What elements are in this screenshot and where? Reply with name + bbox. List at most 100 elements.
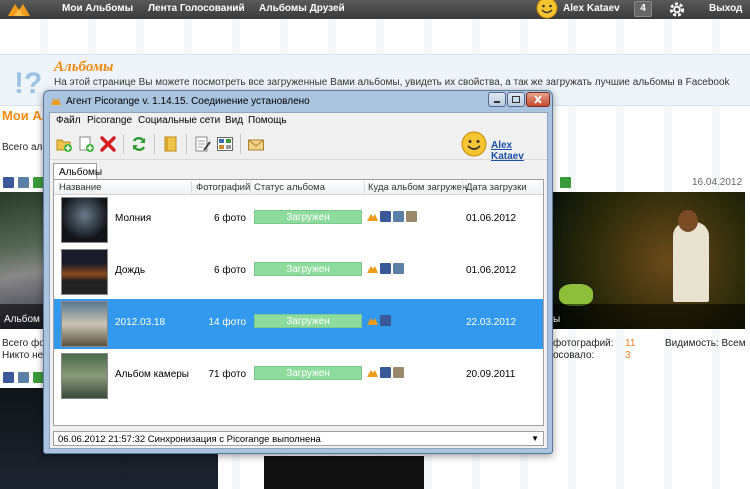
toolbar-separator xyxy=(154,134,155,154)
vkontakte-icon[interactable] xyxy=(18,372,29,383)
column-header-name[interactable]: Название xyxy=(59,182,101,193)
toolbar-separator xyxy=(240,134,241,154)
vkontakte-icon[interactable] xyxy=(18,177,29,188)
chevron-down-icon[interactable]: ▼ xyxy=(531,434,539,443)
refresh-icon[interactable] xyxy=(130,135,148,153)
toolbar-separator xyxy=(186,134,187,154)
table-row[interactable]: 2012.03.18 14 фото Загружен 22.03.2012 xyxy=(54,299,543,349)
picorange-icon[interactable] xyxy=(367,211,378,222)
album-date: 16.04.2012 xyxy=(692,177,743,188)
album-photo[interactable]: ы xyxy=(553,192,745,329)
question-icon: !? xyxy=(14,67,42,100)
add-photo-icon[interactable] xyxy=(77,135,95,153)
tab-albums[interactable]: Альбомы xyxy=(53,163,102,180)
toolbar-separator xyxy=(123,134,124,154)
edit-icon[interactable] xyxy=(194,135,212,153)
odnoklassniki-icon[interactable] xyxy=(406,211,417,222)
facebook-icon[interactable] xyxy=(380,367,391,378)
voted-value: 3 xyxy=(625,350,631,361)
close-button[interactable] xyxy=(526,92,550,107)
album-status: Загружен xyxy=(254,262,362,276)
view-icon[interactable] xyxy=(216,135,234,153)
album-photo-caption: Альбом xyxy=(4,314,40,325)
list-header: Название Фотографий Статус альбома Куда … xyxy=(54,180,543,195)
nav-friends-albums[interactable]: Альбомы Друзей xyxy=(259,3,345,14)
minimize-button[interactable] xyxy=(488,92,506,107)
total-albums-text: Всего аль xyxy=(2,142,48,153)
table-row[interactable]: Молния 6 фото Загружен 01.06.2012 xyxy=(54,195,543,245)
logout-link[interactable]: Выход xyxy=(709,3,742,14)
column-header-uploaded-to[interactable]: Куда альбом загружен xyxy=(368,182,467,193)
picorange-icon[interactable] xyxy=(367,367,378,378)
album-photo[interactable]: Альбом xyxy=(0,192,44,329)
menu-help[interactable]: Помощь xyxy=(248,115,287,126)
top-user-name[interactable]: Alex Kataev xyxy=(563,3,620,14)
menu-view[interactable]: Вид xyxy=(225,115,243,126)
picorange-logo[interactable] xyxy=(6,1,32,17)
menu-picorange[interactable]: Picorange xyxy=(87,115,132,126)
smiley-avatar[interactable] xyxy=(536,0,558,19)
facebook-icon[interactable] xyxy=(380,211,391,222)
album-upload-date: 22.03.2012 xyxy=(466,317,517,328)
facebook-icon[interactable] xyxy=(3,177,14,188)
svg-text:!?: !? xyxy=(14,67,42,100)
album-thumbnail[interactable] xyxy=(61,197,108,243)
album-photo-caption: ы xyxy=(553,314,561,325)
column-header-status[interactable]: Статус альбома xyxy=(254,182,325,193)
album-upload-date: 01.06.2012 xyxy=(466,265,517,276)
album-photo-count: 6 фото xyxy=(214,213,246,224)
envelope-icon[interactable] xyxy=(247,135,265,153)
delete-icon[interactable] xyxy=(99,135,117,153)
picorange-icon[interactable] xyxy=(367,315,378,326)
menu-social-networks[interactable]: Социальные сети xyxy=(138,115,220,126)
album-status: Загружен xyxy=(254,314,362,328)
menu-file[interactable]: Файл xyxy=(56,115,81,126)
status-bar[interactable]: 06.06.2012 21:57:32 Синхронизация с Pico… xyxy=(53,431,544,446)
album-photo[interactable] xyxy=(264,456,424,489)
column-separator xyxy=(462,181,463,193)
toolbar: Alex Kataev xyxy=(50,128,547,162)
column-header-date[interactable]: Дата загрузки xyxy=(466,182,527,193)
album-name: Дождь xyxy=(115,265,146,276)
column-header-photos[interactable]: Фотографий xyxy=(196,182,250,193)
album-name: Альбом камеры xyxy=(115,369,189,380)
album-status: Загружен xyxy=(254,366,362,380)
smiley-avatar[interactable] xyxy=(461,131,487,157)
column-separator xyxy=(191,181,192,193)
gear-icon[interactable] xyxy=(668,1,686,18)
info-description: На этой странице Вы можете посмотреть вс… xyxy=(54,77,730,88)
album-thumbnail[interactable] xyxy=(61,249,108,295)
album-status: Загружен xyxy=(254,210,362,224)
album-thumbnail[interactable] xyxy=(61,301,108,347)
odnoklassniki-icon[interactable] xyxy=(393,367,404,378)
picorange-logo xyxy=(51,98,61,105)
window-title: Агент Picorange v. 1.14.15. Соединение у… xyxy=(66,96,310,107)
albums-list[interactable]: Название Фотографий Статус альбома Куда … xyxy=(53,179,544,426)
album-info-line: Всего фо xyxy=(2,338,45,349)
add-album-icon[interactable] xyxy=(55,135,73,153)
picorange-icon[interactable] xyxy=(367,263,378,274)
user-link[interactable]: Alex Kataev xyxy=(491,140,547,162)
album-name: 2012.03.18 xyxy=(115,317,166,328)
facebook-icon[interactable] xyxy=(380,315,391,326)
nav-votes-feed[interactable]: Лента Голосований xyxy=(148,3,245,14)
window-titlebar[interactable]: Агент Picorange v. 1.14.15. Соединение у… xyxy=(44,91,552,111)
album-upload-date: 20.09.2011 xyxy=(466,369,516,380)
facebook-icon[interactable] xyxy=(3,372,14,383)
folder-icon[interactable] xyxy=(162,135,180,153)
vkontakte-icon[interactable] xyxy=(393,211,404,222)
table-row[interactable]: Альбом камеры 71 фото Загружен 20.09.2011 xyxy=(54,351,543,401)
window-client: Файл Picorange Социальные сети Вид Помощ… xyxy=(49,112,548,449)
album-thumbnail[interactable] xyxy=(61,353,108,399)
share-icon[interactable] xyxy=(560,177,571,188)
vkontakte-icon[interactable] xyxy=(393,263,404,274)
notifications-badge[interactable]: 4 xyxy=(634,1,652,17)
nav-my-albums[interactable]: Мои Альбомы xyxy=(62,3,133,14)
table-row[interactable]: Дождь 6 фото Загружен 01.06.2012 xyxy=(54,247,543,297)
photos-count-label: фотографий: xyxy=(553,338,614,349)
maximize-button[interactable] xyxy=(507,92,525,107)
visibility-text: Видимость: Всем xyxy=(665,338,746,349)
album-info-line: Никто не xyxy=(2,350,44,361)
facebook-icon[interactable] xyxy=(380,263,391,274)
menu-bar: Файл Picorange Социальные сети Вид Помощ… xyxy=(50,113,547,128)
